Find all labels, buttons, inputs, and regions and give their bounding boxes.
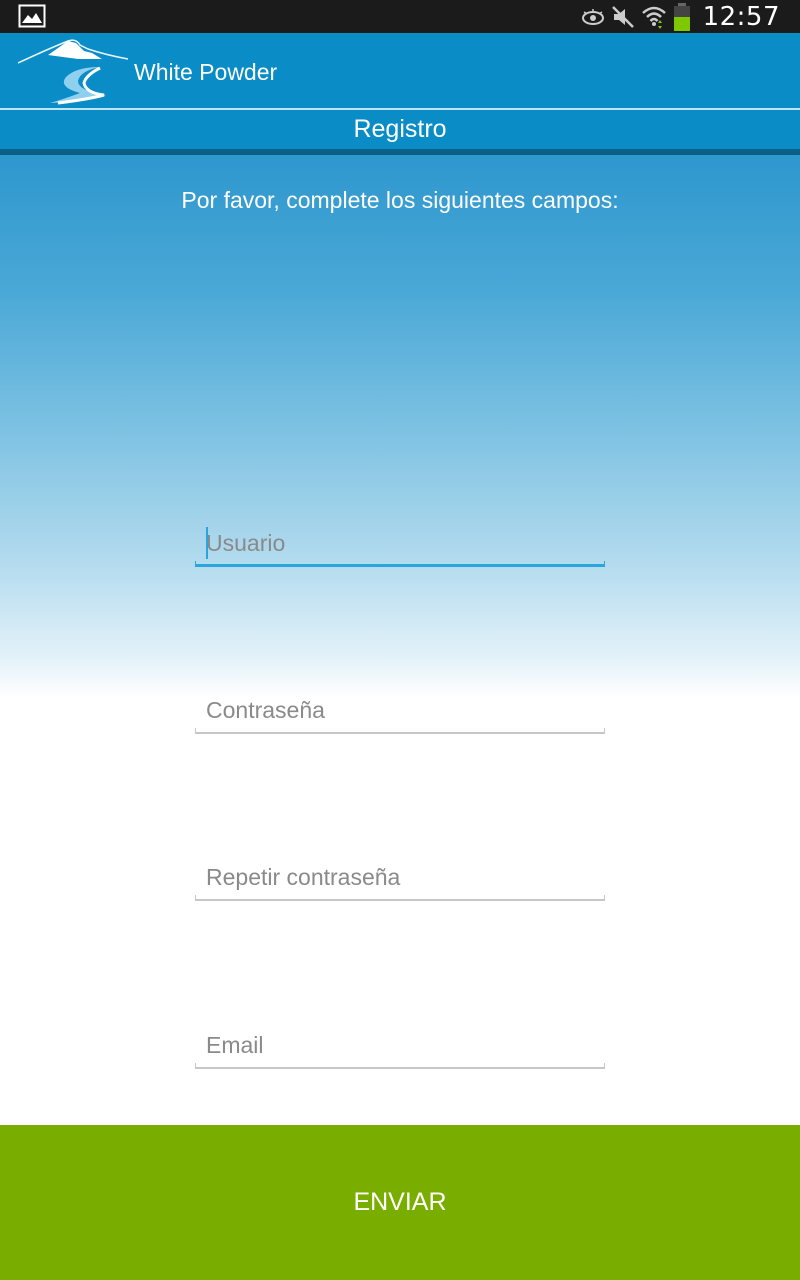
mute-icon (611, 5, 635, 29)
registration-form: Por favor, complete los siguientes campo… (0, 155, 800, 1125)
email-underline (195, 1067, 605, 1069)
text-cursor (206, 527, 208, 559)
username-field[interactable] (195, 523, 605, 567)
username-input[interactable] (195, 523, 605, 563)
email-input[interactable] (195, 1025, 605, 1065)
mountain-road-logo (17, 37, 129, 105)
eye-icon (581, 5, 605, 29)
submit-button-label: ENVIAR (353, 1188, 447, 1216)
clock: 12:57 (702, 1, 780, 32)
wifi-icon (641, 5, 667, 29)
gallery-notification-icon (18, 4, 46, 28)
sub-header: Registro (0, 110, 800, 149)
password-field[interactable] (195, 690, 605, 734)
status-icons: 12:57 (581, 0, 800, 33)
status-bar: 12:57 (0, 0, 800, 33)
submit-button[interactable]: ENVIAR (0, 1125, 800, 1280)
app-title: White Powder (134, 59, 278, 85)
repeat-password-input[interactable] (195, 857, 605, 897)
email-field[interactable] (195, 1025, 605, 1069)
battery-icon (673, 2, 691, 31)
repeat-password-field[interactable] (195, 857, 605, 901)
password-underline (195, 732, 605, 734)
repeat-password-underline (195, 899, 605, 901)
username-underline (195, 564, 605, 567)
form-instructions: Por favor, complete los siguientes campo… (181, 187, 619, 213)
page-title: Registro (353, 115, 447, 143)
password-input[interactable] (195, 690, 605, 730)
app-bar: White Powder (0, 33, 800, 108)
